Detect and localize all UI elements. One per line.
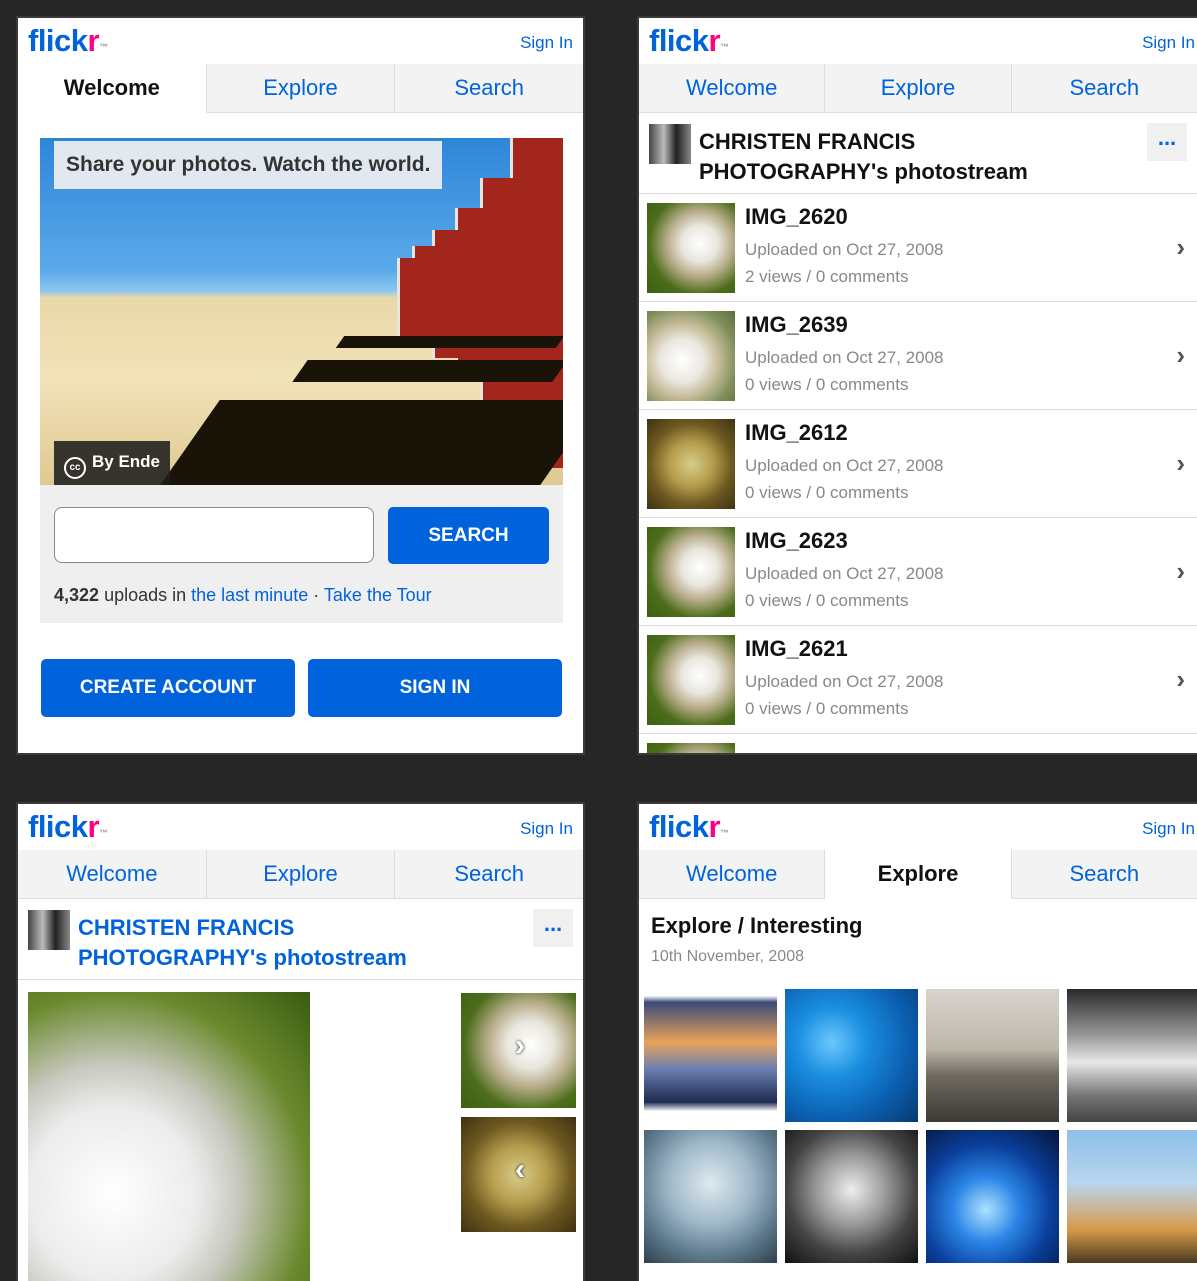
upload-stats: 4,322 uploads in the last minute · Take … bbox=[54, 585, 432, 605]
tab-bar: Welcome Explore Search bbox=[639, 64, 1197, 113]
chevron-right-icon: › bbox=[1176, 556, 1185, 586]
sign-in-link[interactable]: Sign In bbox=[1142, 33, 1195, 53]
photostream-title-link[interactable]: CHRISTEN FRANCIS PHOTOGRAPHY's photostrea… bbox=[78, 913, 407, 973]
photo-thumbnail bbox=[647, 635, 735, 725]
tab-explore[interactable]: Explore bbox=[825, 850, 1012, 899]
previous-photo-thumbnail[interactable]: ‹ bbox=[461, 1117, 576, 1232]
tab-search[interactable]: Search bbox=[395, 64, 583, 112]
chevron-right-icon: › bbox=[1176, 448, 1185, 478]
tab-search[interactable]: Search bbox=[395, 850, 583, 898]
create-account-button[interactable]: CREATE ACCOUNT bbox=[41, 659, 295, 717]
list-item[interactable]: IMG_2621 Uploaded on Oct 27, 2008 0 views… bbox=[639, 626, 1197, 734]
flickr-logo[interactable]: flickr™ bbox=[649, 806, 729, 848]
tab-welcome[interactable]: Welcome bbox=[18, 850, 207, 898]
tab-explore[interactable]: Explore bbox=[207, 64, 396, 112]
explore-screen: flickr™ Sign In Welcome Explore Search E… bbox=[639, 804, 1197, 1281]
shadow bbox=[335, 336, 563, 348]
photo-credit[interactable]: cc By Ende bbox=[54, 441, 171, 485]
photostream-header: CHRISTEN FRANCIS PHOTOGRAPHY's photostrea… bbox=[18, 899, 583, 980]
search-box: SEARCH 4,322 uploads in the last minute … bbox=[40, 485, 563, 623]
photo-thumbnail bbox=[647, 743, 735, 753]
grid-photo[interactable] bbox=[1067, 1130, 1197, 1263]
photo-detail-screen: flickr™ Sign In Welcome Explore Search C… bbox=[18, 804, 583, 1281]
grid-photo[interactable] bbox=[785, 1130, 918, 1263]
main-photo[interactable] bbox=[28, 992, 310, 1281]
tab-welcome[interactable]: Welcome bbox=[639, 850, 826, 898]
list-item[interactable]: IMG_2612 Uploaded on Oct 27, 2008 0 views… bbox=[639, 410, 1197, 518]
chevron-right-icon: › bbox=[1176, 664, 1185, 694]
tab-bar: Welcome Explore Search bbox=[639, 850, 1197, 899]
tab-explore[interactable]: Explore bbox=[825, 64, 1012, 112]
tab-search[interactable]: Search bbox=[1012, 64, 1197, 112]
photo-thumbnail bbox=[647, 419, 735, 509]
photostream-list-screen: flickr™ Sign In Welcome Explore Search C… bbox=[639, 18, 1197, 753]
search-input[interactable] bbox=[54, 507, 374, 563]
grid-photo[interactable] bbox=[926, 1130, 1059, 1263]
list-item[interactable]: IMG_2623 Uploaded on Oct 27, 2008 0 views… bbox=[639, 518, 1197, 626]
tab-bar: Welcome Explore Search bbox=[18, 850, 583, 899]
chevron-right-icon: › bbox=[1176, 340, 1185, 370]
tab-explore[interactable]: Explore bbox=[207, 850, 396, 898]
flickr-logo[interactable]: flickr™ bbox=[28, 20, 108, 62]
photostream-title: CHRISTEN FRANCIS PHOTOGRAPHY's photostrea… bbox=[699, 129, 1028, 184]
last-minute-link[interactable]: the last minute bbox=[191, 585, 308, 605]
header: flickr™ Sign In bbox=[18, 804, 583, 850]
tab-search[interactable]: Search bbox=[1012, 850, 1197, 898]
grid-photo[interactable] bbox=[644, 989, 777, 1122]
avatar[interactable] bbox=[649, 124, 691, 164]
next-photo-thumbnail[interactable]: › bbox=[461, 993, 576, 1108]
page-date: 10th November, 2008 bbox=[651, 948, 804, 965]
beach-hut bbox=[455, 208, 483, 378]
list-item[interactable]: IMG_2620 Uploaded on Oct 27, 2008 2 views… bbox=[639, 194, 1197, 302]
photo-thumbnail bbox=[647, 311, 735, 401]
next-arrow-icon: › bbox=[515, 1029, 525, 1062]
tab-welcome[interactable]: Welcome bbox=[18, 64, 207, 113]
avatar[interactable] bbox=[28, 910, 70, 950]
sign-in-link[interactable]: Sign In bbox=[520, 819, 573, 839]
chevron-right-icon: › bbox=[1176, 232, 1185, 262]
grid-photo[interactable] bbox=[644, 1130, 777, 1263]
photo-thumbnail bbox=[647, 527, 735, 617]
sign-in-link[interactable]: Sign In bbox=[520, 33, 573, 53]
shadow bbox=[160, 400, 563, 485]
creative-commons-icon: cc bbox=[64, 457, 86, 479]
shadow bbox=[292, 360, 563, 382]
header: flickr™ Sign In bbox=[18, 18, 583, 64]
flickr-logo[interactable]: flickr™ bbox=[649, 20, 729, 62]
beach-hut bbox=[397, 258, 415, 336]
sign-in-button[interactable]: SIGN IN bbox=[308, 659, 562, 717]
list-item[interactable]: IMG_2639 Uploaded on Oct 27, 2008 0 views… bbox=[639, 302, 1197, 410]
take-tour-link[interactable]: Take the Tour bbox=[324, 585, 432, 605]
hero-title: Share your photos. Watch the world. bbox=[54, 141, 443, 189]
grid-photo[interactable] bbox=[785, 989, 918, 1122]
grid-photo[interactable] bbox=[1067, 989, 1197, 1122]
photo-thumbnail bbox=[647, 203, 735, 293]
welcome-screen: flickr™ Sign In Welcome Explore Search S… bbox=[18, 18, 583, 753]
tab-bar: Welcome Explore Search bbox=[18, 64, 583, 113]
sign-in-link[interactable]: Sign In bbox=[1142, 819, 1195, 839]
header: flickr™ Sign In bbox=[639, 18, 1197, 64]
more-options-button[interactable]: ... bbox=[533, 909, 573, 947]
previous-arrow-icon: ‹ bbox=[515, 1153, 525, 1186]
search-button[interactable]: SEARCH bbox=[388, 507, 549, 564]
header: flickr™ Sign In bbox=[639, 804, 1197, 850]
hero-image: Share your photos. Watch the world. cc By… bbox=[40, 138, 563, 485]
list-item[interactable] bbox=[639, 734, 1197, 753]
grid-photo[interactable] bbox=[926, 989, 1059, 1122]
photostream-header: CHRISTEN FRANCIS PHOTOGRAPHY's photostrea… bbox=[639, 113, 1197, 194]
more-options-button[interactable]: ... bbox=[1147, 123, 1187, 161]
beach-hut bbox=[412, 246, 435, 346]
flickr-logo[interactable]: flickr™ bbox=[28, 806, 108, 848]
tab-welcome[interactable]: Welcome bbox=[639, 64, 826, 112]
page-title: Explore / Interesting bbox=[651, 913, 863, 938]
